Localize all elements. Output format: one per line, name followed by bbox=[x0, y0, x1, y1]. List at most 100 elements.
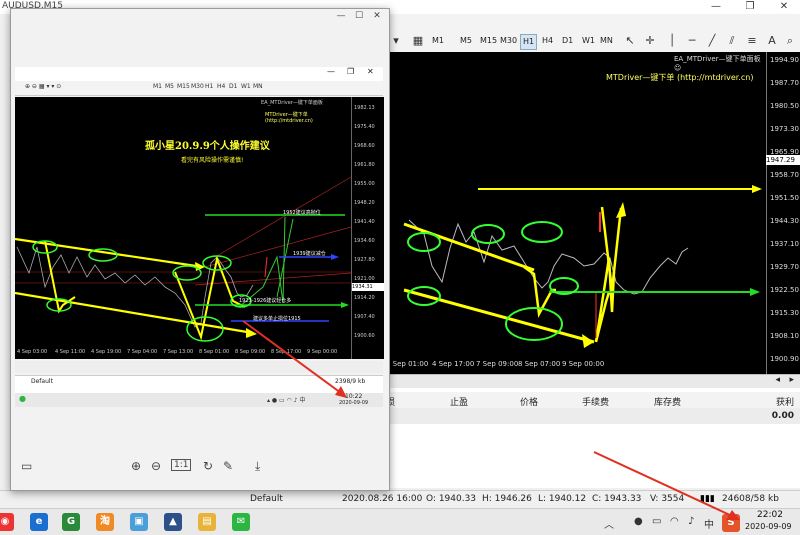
zoom-icon[interactable]: ⌕ bbox=[782, 33, 798, 49]
taobao-icon[interactable]: 淘 bbox=[96, 513, 114, 531]
y-tick: 1900.90 bbox=[770, 355, 799, 363]
inner-wechat-icon: ● bbox=[19, 394, 26, 403]
volume-icon[interactable]: ♪ bbox=[688, 516, 694, 527]
photo-viewer-window[interactable]: — ☐ ✕ — ❐ ✕ ⊕ ⊖ ▦ ▾ ▾ ⊙ M1 M5 M15 M30 H1… bbox=[10, 8, 390, 491]
lower-trendline-arrow bbox=[582, 334, 594, 348]
status-volume: V: 3554 bbox=[650, 494, 685, 504]
cursor-icon[interactable]: ↖ bbox=[622, 33, 638, 49]
close-button[interactable]: ✕ bbox=[772, 0, 796, 14]
viewer-maximize-button[interactable]: ☐ bbox=[351, 11, 367, 21]
vertical-line-icon[interactable]: │ bbox=[664, 33, 680, 49]
horizontal-line-icon[interactable]: ─ bbox=[684, 33, 700, 49]
rotate-icon[interactable]: ↻ bbox=[203, 459, 213, 473]
filmstrip-icon[interactable]: ▭ bbox=[21, 459, 32, 473]
minimize-button[interactable]: — bbox=[704, 0, 728, 14]
maximize-button[interactable]: ❐ bbox=[738, 0, 762, 14]
download-icon[interactable]: ⤓ bbox=[255, 459, 260, 474]
status-traffic: 24608/58 kb bbox=[722, 494, 779, 504]
current-price-badge: 1947.29 bbox=[766, 155, 800, 165]
inner-y-tick: 1955.00 bbox=[354, 181, 375, 187]
wechat-icon[interactable]: ✉ bbox=[232, 513, 250, 531]
taskbar-clock-time[interactable]: 22:02 bbox=[757, 510, 783, 520]
trendline-icon[interactable]: ╱ bbox=[704, 33, 720, 49]
inner-x-tick: 4 Sep 19:00 bbox=[91, 349, 122, 355]
inner-price-axis: 1982.13 1975.40 1968.60 1961.80 1955.00 … bbox=[351, 97, 384, 359]
wifi-icon[interactable]: ◠ bbox=[670, 516, 679, 527]
x-tick: 8 Sep 07:00 bbox=[518, 360, 561, 368]
inner-y-tick: 1961.80 bbox=[354, 162, 375, 168]
inner-close-icon: ✕ bbox=[367, 67, 374, 76]
taskbar-clock-date[interactable]: 2020-09-09 bbox=[745, 522, 792, 531]
y-tick: 1994.90 bbox=[770, 56, 799, 64]
edge-icon[interactable]: e bbox=[30, 513, 48, 531]
tf-m30[interactable]: M30 bbox=[498, 34, 519, 48]
tf-w1[interactable]: W1 bbox=[580, 34, 597, 48]
inner-chart: EA_MTDriver—键下单面板 MTDriver—键下单 (http://m… bbox=[15, 97, 351, 359]
gmi-app-icon[interactable]: G bbox=[62, 513, 80, 531]
channel-icon[interactable]: ⫽ bbox=[724, 33, 740, 49]
chrome-icon[interactable]: ◉ bbox=[0, 513, 14, 531]
battery-icon[interactable]: ▭ bbox=[652, 516, 661, 527]
inner-x-tick: 4 Sep 03:00 bbox=[17, 349, 48, 355]
tf-d1[interactable]: D1 bbox=[560, 34, 575, 48]
tf-m1[interactable]: M1 bbox=[430, 34, 446, 48]
scroll-right-icon[interactable]: ▸ bbox=[789, 375, 794, 385]
x-tick: 3 Sep 01:00 bbox=[386, 360, 429, 368]
scroll-left-icon[interactable]: ◂ bbox=[775, 375, 780, 385]
edit-icon[interactable]: ✎ bbox=[223, 459, 233, 473]
tf-m15[interactable]: M15 bbox=[478, 34, 499, 48]
total-profit: 0.00 bbox=[771, 411, 794, 421]
inner-taskbar: ● ▴ ● ▭ ◠ ♪ 中 10:22 2020-09-09 bbox=[15, 393, 383, 407]
inner-tf-w1: W1 bbox=[241, 83, 251, 90]
col-swap[interactable]: 库存费 bbox=[654, 395, 681, 408]
viewer-minimize-button[interactable]: — bbox=[333, 11, 349, 21]
terminal-menu-strip bbox=[384, 14, 800, 30]
ime-icon[interactable]: 中 bbox=[704, 516, 714, 531]
inner-x-tick: 8 Sep 01:00 bbox=[199, 349, 230, 355]
y-tick: 1980.50 bbox=[770, 102, 799, 110]
actual-size-icon[interactable]: 1:1 bbox=[171, 459, 192, 471]
col-profit[interactable]: 获利 bbox=[776, 395, 794, 408]
inner-y-tick: 1982.13 bbox=[354, 105, 375, 111]
inner-clock-date: 2020-09-09 bbox=[339, 400, 369, 406]
col-tp[interactable]: 止盈 bbox=[450, 395, 468, 408]
tf-h1[interactable]: H1 bbox=[520, 34, 538, 50]
col-commission[interactable]: 手续费 bbox=[582, 395, 609, 408]
text-tool-icon[interactable]: A bbox=[764, 33, 780, 49]
y-tick: 1922.50 bbox=[770, 286, 799, 294]
y-tick: 1929.70 bbox=[770, 263, 799, 271]
input-method-icon[interactable]: S bbox=[722, 514, 740, 532]
mt4-terminal-icon[interactable]: ▲ bbox=[164, 513, 182, 531]
dropdown-icon[interactable]: ▾ bbox=[388, 33, 404, 49]
trade-table-header: 损 止盈 价格 手续费 库存费 获利 bbox=[384, 392, 800, 409]
tf-m5[interactable]: M5 bbox=[458, 34, 474, 48]
zoom-in-icon[interactable]: ⊕ bbox=[131, 459, 141, 473]
trade-total-row[interactable]: 0.00 bbox=[384, 408, 800, 424]
x-tick: 7 Sep 09:00 bbox=[476, 360, 519, 368]
col-price[interactable]: 价格 bbox=[520, 395, 538, 408]
inner-x-tick: 9 Sep 00:00 bbox=[307, 349, 338, 355]
crosshair-icon[interactable]: ✛ bbox=[642, 33, 658, 49]
fibonacci-icon[interactable]: ≡ bbox=[744, 33, 760, 49]
inner-tf-mn: MN bbox=[253, 83, 263, 90]
tray-app-icon[interactable]: ● bbox=[634, 516, 643, 527]
price-axis[interactable]: 1994.90 1987.70 1980.50 1973.30 1965.90 … bbox=[766, 52, 800, 374]
inner-y-tick: 1941.40 bbox=[354, 219, 375, 225]
inner-x-tick: 8 Sep 17:00 bbox=[271, 349, 302, 355]
inner-status-traffic: 2398/9 kb bbox=[335, 378, 366, 385]
viewer-close-button[interactable]: ✕ bbox=[369, 11, 385, 21]
tf-mn[interactable]: MN bbox=[598, 34, 615, 48]
image-app-icon[interactable]: ▣ bbox=[130, 513, 148, 531]
inner-toolbar: ⊕ ⊖ ▦ ▾ ▾ ⊙ M1 M5 M15 M30 H1 H4 D1 W1 MN bbox=[15, 81, 383, 96]
status-datetime: 2020.08.26 16:00 bbox=[342, 494, 423, 504]
inner-toolbar-icons: ⊕ ⊖ ▦ ▾ ▾ ⊙ bbox=[25, 83, 62, 90]
tray-expand-icon[interactable]: ︿ bbox=[604, 516, 614, 531]
status-low: L: 1940.12 bbox=[538, 494, 587, 504]
tf-h4[interactable]: H4 bbox=[540, 34, 555, 48]
inner-y-tick: 1934.60 bbox=[354, 238, 375, 244]
file-explorer-icon[interactable]: ▤ bbox=[198, 513, 216, 531]
inner-y-tick: 1948.20 bbox=[354, 200, 375, 206]
zoom-out-icon[interactable]: ⊖ bbox=[151, 459, 161, 473]
main-price-chart[interactable]: EA_MTDriver—键下单面板 ☺ MTDriver—键下单 (http:/… bbox=[384, 52, 766, 374]
chart-template-icon[interactable]: ▦ bbox=[410, 33, 426, 49]
